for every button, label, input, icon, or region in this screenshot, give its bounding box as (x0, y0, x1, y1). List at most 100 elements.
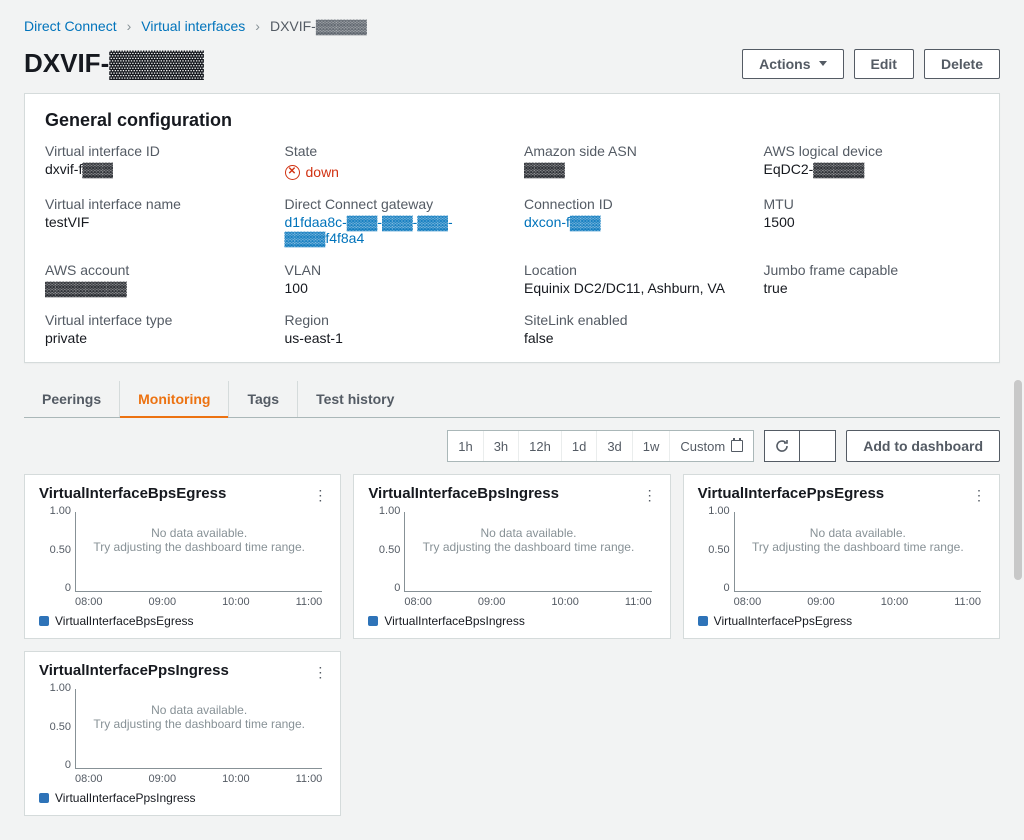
field-label: Amazon side ASN (524, 143, 740, 159)
breadcrumb-root[interactable]: Direct Connect (24, 18, 117, 34)
field-label: VLAN (285, 262, 501, 278)
range-1w[interactable]: 1w (633, 431, 671, 461)
range-1h[interactable]: 1h (448, 431, 483, 461)
y-tick: 1.00 (50, 505, 71, 517)
delete-button[interactable]: Delete (924, 49, 1000, 79)
state-down-value: ✕ down (285, 164, 339, 180)
refresh-button[interactable] (764, 430, 800, 462)
field-aws-logical-device: AWS logical device EqDC2-▓▓▓▓▓ (764, 143, 980, 180)
chart-card-bps-ingress: ⋮ VirtualInterfaceBpsIngress 1.00 0.50 0… (353, 474, 670, 639)
nodata-line1: No data available. (76, 526, 322, 540)
y-tick: 0.50 (379, 544, 400, 556)
field-label: Virtual interface type (45, 312, 261, 328)
legend-swatch-icon (368, 616, 378, 626)
field-label: Region (285, 312, 501, 328)
edit-button[interactable]: Edit (854, 49, 914, 79)
field-connection-id: Connection ID dxcon-f▓▓▓ (524, 196, 740, 246)
refresh-icon (774, 438, 790, 454)
x-tick: 09:00 (149, 773, 177, 785)
plot-area: No data available. Try adjusting the das… (404, 512, 651, 592)
y-tick: 0.50 (50, 544, 71, 556)
connection-id-link[interactable]: dxcon-f▓▓▓ (524, 214, 601, 230)
state-text: down (306, 164, 339, 180)
nodata-line1: No data available. (735, 526, 981, 540)
x-tick: 09:00 (149, 596, 177, 608)
field-label: Virtual interface name (45, 196, 261, 212)
field-label: AWS account (45, 262, 261, 278)
range-1d[interactable]: 1d (562, 431, 597, 461)
field-virtual-interface-type: Virtual interface type private (45, 312, 261, 346)
legend-swatch-icon (39, 616, 49, 626)
field-virtual-interface-id: Virtual interface ID dxvif-f▓▓▓ (45, 143, 261, 180)
tab-test-history[interactable]: Test history (297, 381, 412, 417)
field-value: false (524, 330, 740, 346)
x-tick: 10:00 (222, 596, 250, 608)
direct-connect-gateway-link[interactable]: d1fdaa8c-▓▓▓-▓▓▓-▓▓▓-▓▓▓▓f4f8a4 (285, 214, 453, 246)
actions-label: Actions (759, 56, 810, 72)
tab-peerings[interactable]: Peerings (24, 381, 119, 417)
y-tick: 1.00 (379, 505, 400, 517)
field-virtual-interface-name: Virtual interface name testVIF (45, 196, 261, 246)
field-label: Jumbo frame capable (764, 262, 980, 278)
nodata-line2: Try adjusting the dashboard time range. (76, 540, 322, 554)
chart-card-pps-egress: ⋮ VirtualInterfacePpsEgress 1.00 0.50 0 … (683, 474, 1000, 639)
chart-card-bps-egress: ⋮ VirtualInterfaceBpsEgress 1.00 0.50 0 … (24, 474, 341, 639)
chart-menu-button[interactable]: ⋮ (967, 483, 991, 507)
field-value: EqDC2-▓▓▓▓▓ (764, 161, 980, 177)
y-tick: 0 (394, 582, 400, 594)
y-tick: 1.00 (708, 505, 729, 517)
y-tick: 0 (65, 582, 71, 594)
y-tick: 0 (65, 759, 71, 771)
field-label: MTU (764, 196, 980, 212)
field-value: ▓▓▓▓▓▓▓▓ (45, 280, 261, 296)
tab-tags[interactable]: Tags (228, 381, 297, 417)
page-title: DXVIF-▓▓▓▓▓ (24, 48, 204, 79)
field-state: State ✕ down (285, 143, 501, 180)
range-12h[interactable]: 12h (519, 431, 562, 461)
chart-title: VirtualInterfacePpsIngress (39, 662, 326, 679)
field-label: AWS logical device (764, 143, 980, 159)
add-to-dashboard-button[interactable]: Add to dashboard (846, 430, 1000, 462)
tab-monitoring[interactable]: Monitoring (119, 381, 228, 417)
plot-area: No data available. Try adjusting the das… (75, 689, 322, 769)
chart-menu-button[interactable]: ⋮ (308, 483, 332, 507)
x-tick: 11:00 (954, 596, 981, 608)
time-range-group: 1h 3h 12h 1d 3d 1w Custom (447, 430, 754, 462)
nodata-line2: Try adjusting the dashboard time range. (76, 717, 322, 731)
field-location: Location Equinix DC2/DC11, Ashburn, VA (524, 262, 740, 296)
chart-menu-button[interactable]: ⋮ (308, 660, 332, 684)
chart-legend: VirtualInterfacePpsIngress (39, 791, 326, 805)
scrollbar-thumb[interactable] (1014, 380, 1022, 580)
chart-legend: VirtualInterfaceBpsEgress (39, 614, 326, 628)
tabs: Peerings Monitoring Tags Test history (24, 381, 1000, 418)
range-3d[interactable]: 3d (597, 431, 632, 461)
range-3h[interactable]: 3h (484, 431, 519, 461)
chart-menu-button[interactable]: ⋮ (638, 483, 662, 507)
y-tick: 0.50 (50, 721, 71, 733)
x-tick: 11:00 (625, 596, 652, 608)
plot-area: No data available. Try adjusting the das… (734, 512, 981, 592)
actions-button[interactable]: Actions (742, 49, 843, 79)
field-aws-account: AWS account ▓▓▓▓▓▓▓▓ (45, 262, 261, 296)
calendar-icon (731, 440, 743, 452)
legend-swatch-icon (39, 793, 49, 803)
field-region: Region us-east-1 (285, 312, 501, 346)
x-tick: 08:00 (75, 596, 103, 608)
field-value: private (45, 330, 261, 346)
chevron-right-icon: › (255, 18, 260, 34)
chevron-right-icon: › (127, 18, 132, 34)
x-tick: 08:00 (734, 596, 762, 608)
field-amazon-side-asn: Amazon side ASN ▓▓▓▓ (524, 143, 740, 180)
chart-legend: VirtualInterfacePpsEgress (698, 614, 985, 628)
breadcrumb-virtual-interfaces[interactable]: Virtual interfaces (141, 18, 245, 34)
x-tick: 10:00 (222, 773, 250, 785)
y-tick: 0 (724, 582, 730, 594)
chart-card-pps-ingress: ⋮ VirtualInterfacePpsIngress 1.00 0.50 0… (24, 651, 341, 816)
range-custom[interactable]: Custom (670, 431, 753, 461)
refresh-menu-button[interactable] (800, 430, 836, 462)
y-tick: 0.50 (708, 544, 729, 556)
field-label: Location (524, 262, 740, 278)
legend-label: VirtualInterfacePpsEgress (714, 614, 853, 628)
y-tick: 1.00 (50, 682, 71, 694)
field-sitelink-enabled: SiteLink enabled false (524, 312, 740, 346)
